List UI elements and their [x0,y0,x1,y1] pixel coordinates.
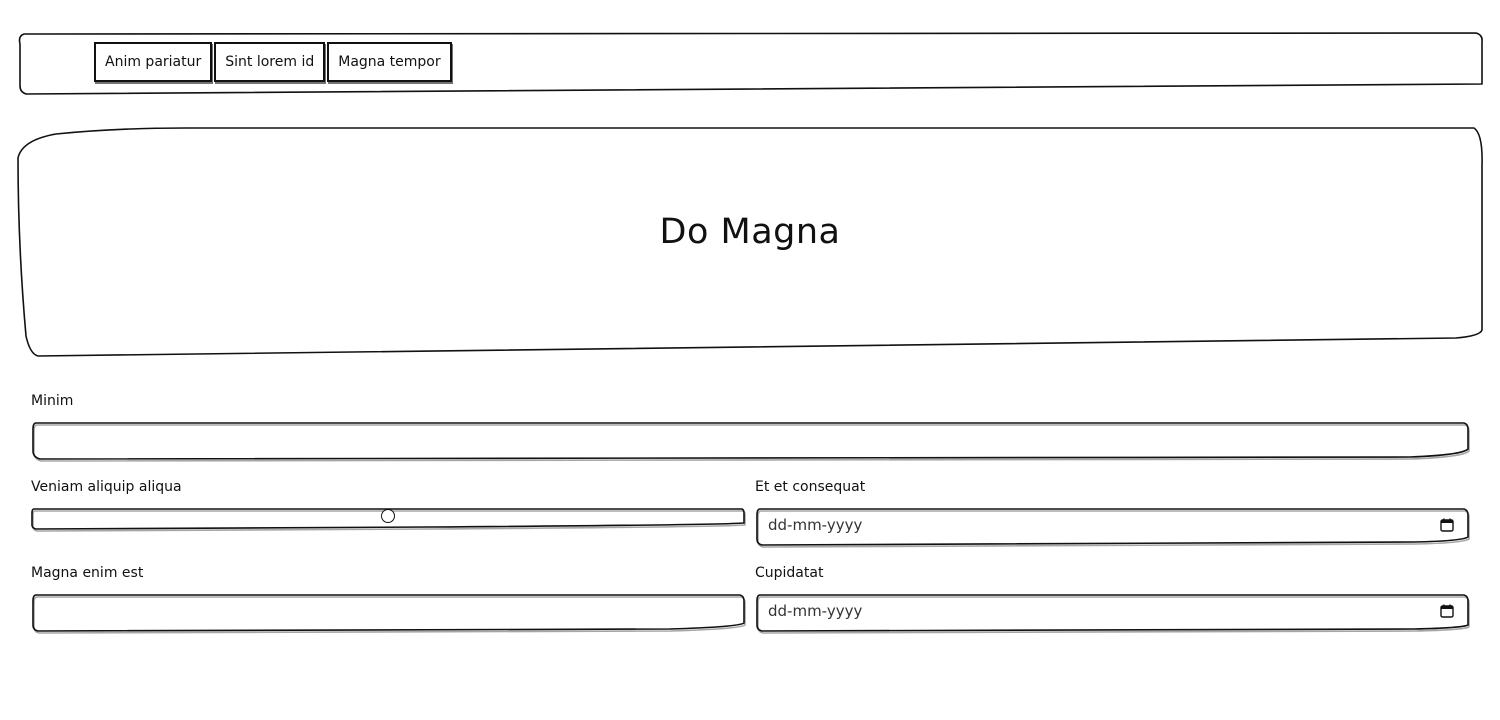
veniam-slider-knob[interactable] [381,509,395,523]
et-et-consequat-date-field[interactable]: dd-mm-yyyy [754,507,1470,547]
nav-tab-anim-pariatur[interactable]: Anim pariatur [94,42,213,82]
calendar-icon[interactable] [1440,604,1454,618]
et-et-date-placeholder: dd-mm-yyyy [768,516,863,534]
magna-enim-est-label: Magna enim est [31,565,144,581]
veniam-slider[interactable] [30,507,746,531]
minim-field [30,421,1470,461]
minim-input[interactable] [30,421,1470,461]
nav-tabs: Anim pariatur Sint lorem id Magna tempor [94,42,452,82]
magna-enim-est-input[interactable] [30,593,746,633]
veniam-label: Veniam aliquip aliqua [31,479,182,495]
hero-banner: Do Magna [16,126,1484,358]
nav-tab-magna-tempor[interactable]: Magna tempor [327,42,452,82]
minim-label: Minim [31,393,74,409]
hero-title: Do Magna [659,212,841,252]
calendar-icon[interactable] [1440,518,1454,532]
magna-enim-est-field [30,593,746,633]
nav-tab-sint-lorem-id[interactable]: Sint lorem id [214,42,326,82]
cupidatat-date-placeholder: dd-mm-yyyy [768,602,863,620]
cupidatat-date-field[interactable]: dd-mm-yyyy [754,593,1470,633]
et-et-consequat-label: Et et consequat [755,479,866,495]
top-navbar: Anim pariatur Sint lorem id Magna tempor [16,31,1484,96]
cupidatat-label: Cupidatat [755,565,824,581]
